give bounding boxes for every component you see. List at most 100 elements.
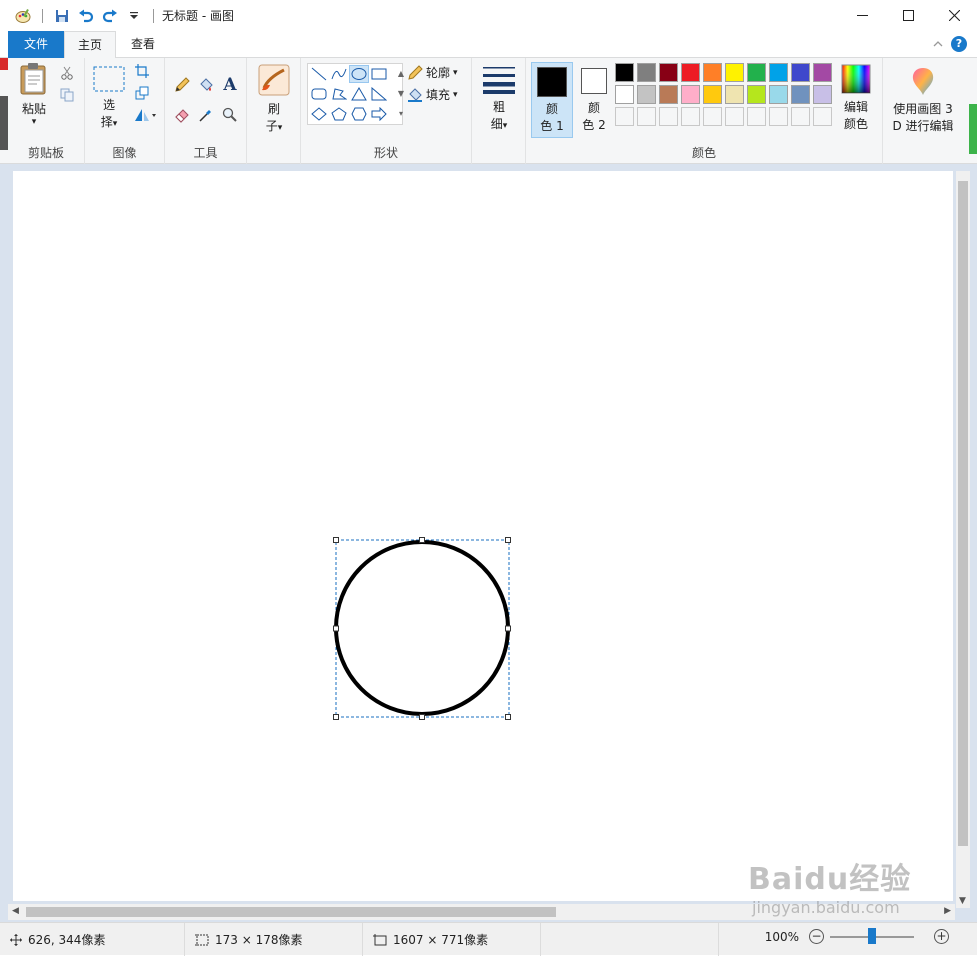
color-picker-icon[interactable] [197, 106, 215, 124]
size-button[interactable]: 粗 细▾ [480, 64, 518, 135]
arrow-shape-icon[interactable] [369, 105, 389, 123]
oval-shape-icon[interactable] [349, 65, 369, 83]
custom-color-slot[interactable] [791, 107, 810, 126]
help-icon[interactable]: ? [951, 36, 967, 52]
fill-bucket-icon[interactable] [197, 76, 215, 94]
custom-color-slot[interactable] [813, 107, 832, 126]
brushes-button[interactable]: 刷 子▾ [255, 64, 293, 137]
eraser-icon[interactable] [173, 106, 191, 124]
polygon-shape-icon[interactable] [329, 85, 349, 103]
palette-swatch[interactable] [769, 85, 788, 104]
zoom-out-icon[interactable]: − [809, 929, 824, 944]
resize-handle-ne[interactable] [505, 537, 511, 543]
palette-swatch[interactable] [637, 63, 656, 82]
tab-file[interactable]: 文件 [8, 31, 64, 58]
palette-swatch[interactable] [615, 85, 634, 104]
custom-color-slot[interactable] [615, 107, 634, 126]
color2-button[interactable]: 颜 色 2 [576, 62, 616, 138]
vertical-scrollbar[interactable]: ▼ [956, 171, 970, 908]
palette-swatch[interactable] [747, 85, 766, 104]
magnifier-icon[interactable] [221, 106, 239, 124]
zoom-slider-thumb[interactable] [868, 927, 876, 944]
custom-color-slot[interactable] [659, 107, 678, 126]
outline-button[interactable]: 轮廓 ▾ [407, 64, 458, 81]
undo-icon[interactable] [77, 7, 95, 25]
edit-colors-button[interactable]: 编辑 颜色 [836, 64, 876, 133]
shapes-scroll-down-icon[interactable]: ▼ [394, 84, 408, 104]
redo-icon[interactable] [101, 7, 119, 25]
custom-color-slot[interactable] [681, 107, 700, 126]
curve-shape-icon[interactable] [329, 65, 349, 83]
resize-handle-nw[interactable] [333, 537, 339, 543]
palette-swatch[interactable] [791, 63, 810, 82]
triangle-shape-icon[interactable] [349, 85, 369, 103]
palette-swatch[interactable] [791, 85, 810, 104]
right-triangle-shape-icon[interactable] [369, 85, 389, 103]
zoom-in-icon[interactable]: + [934, 929, 949, 944]
rectangle-shape-icon[interactable] [369, 65, 389, 83]
paste-button[interactable]: 粘贴 ▾ [12, 62, 56, 127]
collapse-ribbon-icon[interactable] [933, 37, 943, 51]
pencil-icon[interactable] [173, 76, 191, 94]
palette-swatch[interactable] [681, 85, 700, 104]
tab-view[interactable]: 查看 [116, 31, 170, 58]
rotate-icon[interactable] [133, 106, 159, 124]
paint3d-button[interactable]: 使用画图 3 D 进行编辑 [885, 66, 961, 135]
paint-app-icon[interactable] [14, 7, 32, 25]
resize-handle-sw[interactable] [333, 714, 339, 720]
shapes-scroll-up-icon[interactable]: ▲ [394, 64, 408, 84]
hexagon-shape-icon[interactable] [349, 105, 369, 123]
horizontal-scroll-thumb[interactable] [26, 907, 556, 917]
save-icon[interactable] [53, 7, 71, 25]
custom-color-slot[interactable] [725, 107, 744, 126]
customize-dropdown-icon[interactable] [125, 7, 143, 25]
custom-color-slot[interactable] [769, 107, 788, 126]
resize-handle-se[interactable] [505, 714, 511, 720]
select-button[interactable]: 选 择▾ [91, 66, 127, 133]
resize-handle-w[interactable] [333, 625, 339, 632]
copy-icon[interactable] [58, 86, 76, 104]
rounded-rectangle-shape-icon[interactable] [309, 85, 329, 103]
colors-group-label: 颜色 [691, 146, 716, 160]
palette-swatch[interactable] [703, 63, 722, 82]
palette-swatch[interactable] [813, 85, 832, 104]
tab-home[interactable]: 主页 [64, 31, 116, 59]
palette-swatch[interactable] [659, 63, 678, 82]
palette-swatch[interactable] [747, 63, 766, 82]
color1-button[interactable]: 颜 色 1 [531, 62, 573, 138]
palette-swatch[interactable] [725, 85, 744, 104]
pentagon-shape-icon[interactable] [329, 105, 349, 123]
scroll-left-icon[interactable]: ◀ [12, 906, 19, 916]
minimize-button[interactable] [839, 0, 885, 31]
scroll-right-icon[interactable]: ▶ [944, 906, 951, 916]
resize-handle-e[interactable] [505, 625, 511, 632]
close-button[interactable] [931, 0, 977, 31]
custom-color-slot[interactable] [703, 107, 722, 126]
resize-handle-n[interactable] [419, 537, 425, 543]
canvas-size-icon [373, 933, 387, 945]
palette-swatch[interactable] [813, 63, 832, 82]
palette-swatch[interactable] [725, 63, 744, 82]
cut-icon[interactable] [58, 64, 76, 82]
palette-swatch[interactable] [615, 63, 634, 82]
zoom-slider[interactable] [830, 927, 914, 944]
fill-button[interactable]: 填充 ▾ [407, 86, 458, 103]
resize-icon[interactable] [133, 84, 151, 102]
custom-color-slot[interactable] [637, 107, 656, 126]
palette-swatch[interactable] [769, 63, 788, 82]
resize-handle-s[interactable] [419, 714, 425, 720]
palette-swatch[interactable] [637, 85, 656, 104]
shapes-more-icon[interactable]: ▾ [394, 104, 408, 124]
palette-swatch[interactable] [703, 85, 722, 104]
maximize-button[interactable] [885, 0, 931, 31]
drawing-canvas[interactable] [13, 171, 953, 901]
vertical-scroll-thumb[interactable] [958, 181, 968, 846]
custom-color-slot[interactable] [747, 107, 766, 126]
palette-swatch[interactable] [681, 63, 700, 82]
scroll-down-icon[interactable]: ▼ [959, 896, 966, 906]
text-tool-icon[interactable]: A [221, 75, 239, 95]
crop-icon[interactable] [133, 62, 151, 80]
palette-swatch[interactable] [659, 85, 678, 104]
line-shape-icon[interactable] [309, 65, 329, 83]
diamond-shape-icon[interactable] [309, 105, 329, 123]
